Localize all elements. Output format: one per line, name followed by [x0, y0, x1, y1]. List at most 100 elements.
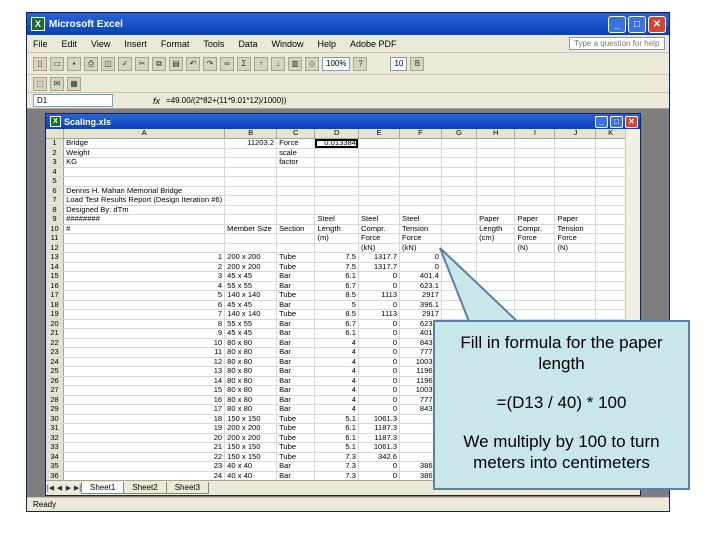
cell[interactable]: 21	[63, 442, 226, 453]
cell[interactable]	[476, 262, 516, 272]
cell[interactable]	[441, 167, 478, 177]
cell[interactable]	[595, 243, 626, 253]
cell[interactable]	[554, 148, 597, 158]
cell[interactable]: Tension	[554, 224, 597, 234]
cell[interactable]	[595, 233, 626, 244]
cell[interactable]: 16	[63, 395, 226, 405]
cell[interactable]	[224, 176, 278, 187]
formula-text[interactable]: =49.00/(2*82+(11*9.01*12)/1000))	[166, 96, 286, 105]
row-header[interactable]: 6	[46, 186, 65, 196]
cell[interactable]: 2	[63, 262, 226, 272]
cell[interactable]	[554, 157, 597, 168]
close-button[interactable]: ✕	[648, 15, 666, 33]
cell[interactable]: Length	[314, 224, 359, 234]
cell[interactable]	[595, 167, 626, 177]
cell[interactable]: 45 x 45	[224, 300, 278, 310]
row-header[interactable]: 4	[46, 167, 65, 177]
new-icon[interactable]: ▯	[33, 56, 47, 71]
cell[interactable]	[554, 252, 597, 263]
cell[interactable]	[441, 186, 478, 196]
cell[interactable]: 7.5	[314, 252, 359, 263]
cell[interactable]: 6	[63, 300, 226, 310]
cell[interactable]: 0	[358, 366, 401, 377]
cell[interactable]: Designed By: dTm	[63, 205, 226, 215]
redo-icon[interactable]: ↷	[203, 56, 217, 71]
cell[interactable]	[276, 233, 316, 244]
cell[interactable]	[441, 214, 478, 225]
cell[interactable]	[276, 214, 316, 225]
cell[interactable]: 0	[358, 376, 401, 386]
cell[interactable]: 8.5	[314, 290, 359, 301]
cell[interactable]	[476, 309, 516, 320]
workbook-close-button[interactable]: ✕	[625, 115, 638, 128]
cell[interactable]	[276, 205, 316, 215]
cell[interactable]	[595, 138, 626, 149]
cell[interactable]	[441, 157, 478, 168]
row-header[interactable]: 16	[46, 281, 65, 291]
cell[interactable]: 623.1	[399, 281, 442, 291]
cell[interactable]	[276, 176, 316, 187]
cell[interactable]	[314, 148, 359, 158]
cell[interactable]	[595, 300, 626, 310]
cell[interactable]: 150 x 150	[224, 452, 278, 462]
cell[interactable]: Tube	[276, 414, 316, 424]
cell[interactable]: 11203.2	[224, 138, 278, 149]
row-header[interactable]: 19	[46, 309, 65, 320]
cell[interactable]: Bar	[276, 395, 316, 405]
cell[interactable]: KG	[63, 157, 226, 168]
cell[interactable]: Bar	[276, 300, 316, 310]
cell[interactable]	[514, 300, 556, 310]
row-header[interactable]: 27	[46, 385, 65, 396]
row-header[interactable]: 23	[46, 347, 65, 358]
cell[interactable]	[399, 186, 442, 196]
hyperlink-icon[interactable]: ∞	[220, 56, 234, 71]
cell[interactable]	[224, 205, 278, 215]
cell[interactable]: 5.1	[314, 414, 359, 424]
cell[interactable]: (kN)	[358, 243, 401, 253]
cell[interactable]: Tension	[399, 224, 442, 234]
cell[interactable]: Paper	[554, 214, 597, 225]
print-icon[interactable]: ⎙	[84, 56, 98, 71]
row-header[interactable]: 34	[46, 452, 65, 462]
row-header[interactable]: 30	[46, 414, 65, 424]
cell[interactable]: Compr.	[358, 224, 401, 234]
cell[interactable]: 0	[358, 338, 401, 348]
cell[interactable]: 5.1	[314, 442, 359, 453]
cell[interactable]: 80 x 80	[224, 357, 278, 367]
cell[interactable]: 0	[358, 300, 401, 310]
row-header[interactable]: 31	[46, 423, 65, 434]
cell[interactable]	[358, 205, 401, 215]
cell[interactable]	[476, 271, 516, 282]
cell[interactable]: Tube	[276, 262, 316, 272]
cell[interactable]: 200 x 200	[224, 433, 278, 443]
cell[interactable]: 0	[358, 347, 401, 358]
tab-sheet2[interactable]: Sheet2	[123, 482, 167, 494]
row-header[interactable]: 24	[46, 357, 65, 367]
cell[interactable]	[476, 281, 516, 291]
maximize-button[interactable]: □	[628, 15, 646, 33]
row-header[interactable]: 28	[46, 395, 65, 405]
cell[interactable]: 6.7	[314, 319, 359, 329]
cell[interactable]: 2917	[399, 290, 442, 301]
row-header[interactable]: 22	[46, 338, 65, 348]
cell[interactable]: Bar	[276, 357, 316, 367]
cell[interactable]: 0	[358, 404, 401, 415]
cell[interactable]	[595, 176, 626, 187]
cell[interactable]	[595, 271, 626, 282]
cell[interactable]: 55 x 55	[224, 319, 278, 329]
cell[interactable]: 4	[314, 376, 359, 386]
open-icon[interactable]: ▭	[50, 56, 64, 71]
workbook-maximize-button[interactable]: □	[610, 115, 623, 128]
cell[interactable]	[224, 148, 278, 158]
cell[interactable]	[441, 205, 478, 215]
row-header[interactable]: 1	[46, 138, 65, 149]
cell[interactable]	[476, 300, 516, 310]
cell[interactable]	[554, 281, 597, 291]
cell[interactable]: 5	[314, 300, 359, 310]
cell[interactable]	[314, 205, 359, 215]
cell[interactable]: 1	[63, 252, 226, 263]
cell[interactable]	[514, 148, 556, 158]
next-sheet-icon[interactable]: ▶	[64, 484, 73, 492]
cell[interactable]: Bar	[276, 319, 316, 329]
name-box[interactable]: D1	[33, 94, 113, 107]
